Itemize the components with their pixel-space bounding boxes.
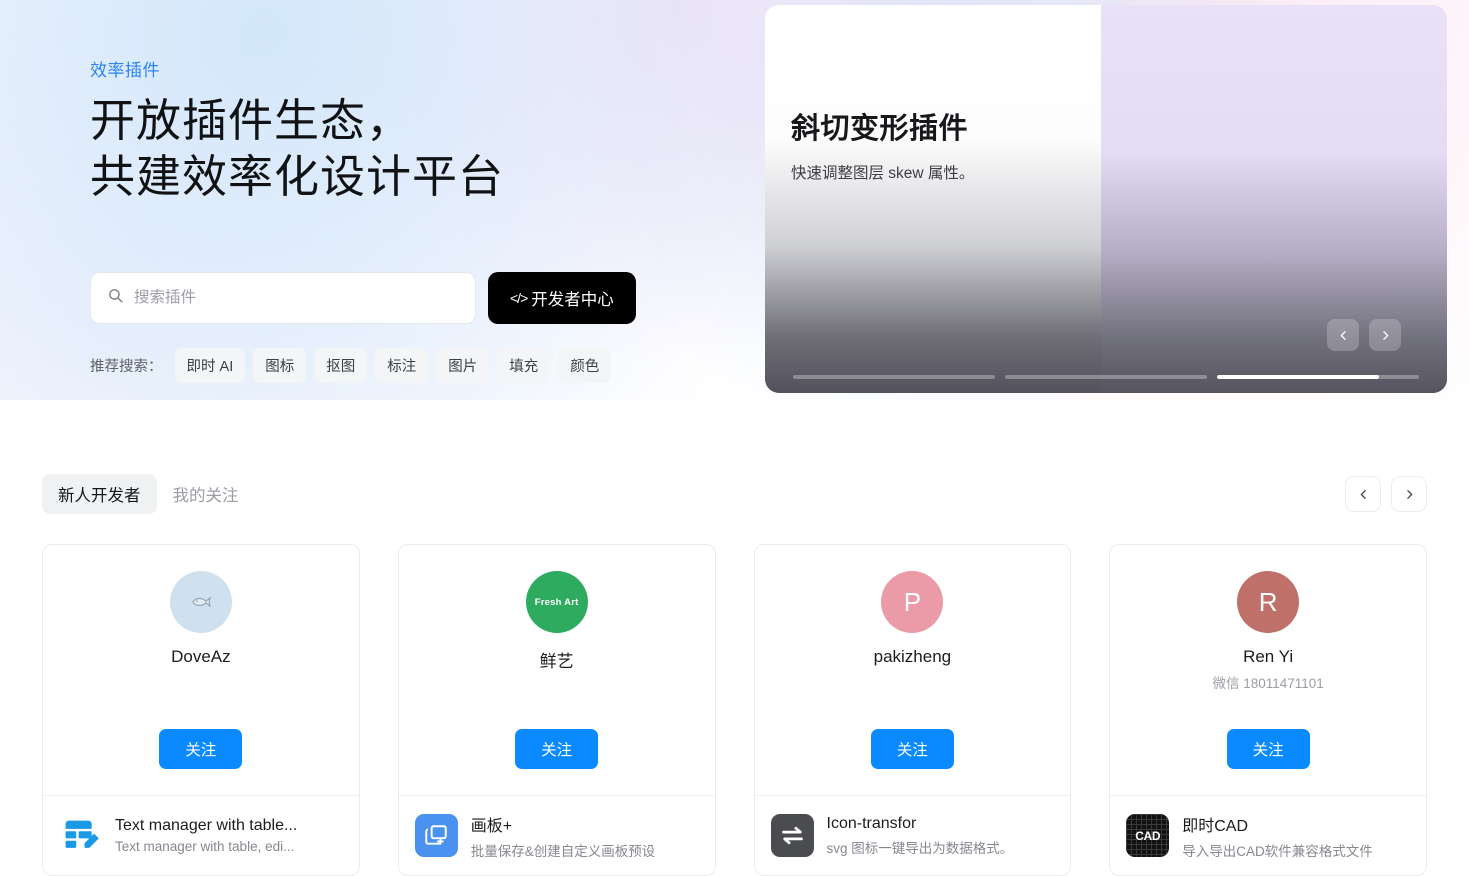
plugin-info: 即时CAD 导入导出CAD软件兼容格式文件 [1182, 812, 1373, 860]
plugin-title: Text manager with table... [115, 817, 298, 834]
developer-card[interactable]: P pakizheng 关注 Icon-transfor svg 图标一键导出为… [753, 544, 1072, 876]
code-icon: </> [510, 290, 528, 306]
banner-progress-indicators [793, 375, 1419, 379]
developer-card-top: P pakizheng 关注 [755, 545, 1071, 795]
banner-progress-bar[interactable] [1217, 375, 1419, 379]
suggestion-chip[interactable]: 标注 [375, 348, 429, 383]
transfer-arrows-icon [770, 814, 814, 857]
developer-contact: 微信 18011471101 [1212, 676, 1324, 691]
developer-card-top: DoveAz 关注 [43, 545, 359, 795]
search-input[interactable] [134, 289, 459, 307]
developers-next-button[interactable] [1391, 476, 1427, 512]
search-box[interactable] [90, 272, 476, 324]
developer-card[interactable]: DoveAz 关注 Text manager with table... Tex… [42, 544, 360, 876]
hero-eyebrow: 效率插件 [90, 61, 160, 80]
plugin-description: 批量保存&创建自定义画板预设 [470, 843, 656, 859]
hero-text-block: 效率插件 开放插件生态， 共建效率化设计平台 [90, 56, 504, 205]
suggestion-chip[interactable]: 抠图 [314, 348, 368, 383]
developer-name: Ren Yi [1243, 647, 1294, 666]
plugin-info: Text manager with table... Text manager … [115, 817, 297, 854]
developer-name: pakizheng [873, 647, 952, 666]
suggested-search-label: 推荐搜索： [90, 359, 163, 375]
developer-name: DoveAz [171, 647, 231, 666]
developers-prev-button[interactable] [1345, 476, 1381, 512]
artboard-plus-icon [414, 814, 458, 857]
follow-button[interactable]: 关注 [159, 729, 243, 769]
developer-card-top: Fresh Art 鲜艺 关注 [399, 545, 715, 795]
cad-icon: CAD [1126, 814, 1170, 857]
developer-card[interactable]: R Ren Yi 微信 18011471101 关注 CAD 即时CAD 导入导… [1109, 544, 1427, 876]
follow-button[interactable]: 关注 [515, 729, 599, 769]
banner-text-block: 斜切变形插件 快速调整图层 skew 属性。 [791, 105, 974, 183]
developer-plugin-row[interactable]: CAD 即时CAD 导入导出CAD软件兼容格式文件 [1110, 795, 1426, 875]
developer-center-label: 开发者中心 [531, 291, 614, 309]
suggestion-chip[interactable]: 填充 [497, 348, 551, 383]
plugin-info: Icon-transfor svg 图标一键导出为数据格式。 [827, 815, 1014, 857]
developer-center-button[interactable]: </> 开发者中心 [488, 272, 636, 324]
plugin-title: 画板+ [470, 817, 513, 835]
avatar: Fresh Art [525, 571, 588, 633]
banner-subtitle: 快速调整图层 skew 属性。 [791, 165, 975, 182]
tab-new-developers[interactable]: 新人开发者 [42, 474, 157, 514]
follow-button[interactable]: 关注 [1226, 729, 1310, 769]
suggestion-chip[interactable]: 即时 AI [174, 348, 246, 383]
suggestion-chip[interactable]: 图片 [436, 348, 490, 383]
banner-progress-bar[interactable] [793, 375, 995, 379]
suggestion-chip[interactable]: 图标 [253, 348, 307, 383]
avatar: R [1237, 571, 1300, 633]
plugin-description: Text manager with table, edi... [115, 839, 295, 854]
tab-my-follows[interactable]: 我的关注 [157, 474, 255, 514]
plugin-description: 导入导出CAD软件兼容格式文件 [1182, 843, 1373, 859]
suggestion-chip[interactable]: 颜色 [558, 348, 612, 383]
plugin-info: 画板+ 批量保存&创建自定义画板预设 [471, 812, 656, 860]
developer-name: 鲜艺 [539, 652, 574, 671]
page-title: 开放插件生态， 共建效率化设计平台 [90, 95, 505, 202]
banner-carousel-nav [1327, 319, 1401, 351]
developer-cards: DoveAz 关注 Text manager with table... Tex… [42, 544, 1427, 876]
developer-card-top: R Ren Yi 微信 18011471101 关注 [1110, 545, 1426, 795]
search-row: </> 开发者中心 [90, 272, 636, 324]
plugin-title: Icon-transfor [826, 814, 917, 832]
avatar: P [881, 571, 944, 633]
plugin-title: 即时CAD [1182, 817, 1249, 835]
banner-title: 斜切变形插件 [791, 113, 969, 145]
plugin-description: svg 图标一键导出为数据格式。 [826, 840, 1014, 856]
avatar [169, 571, 232, 633]
banner-progress-bar[interactable] [1005, 375, 1207, 379]
featured-banner[interactable]: 斜切变形插件 快速调整图层 skew 属性。 斜切变形 ✕ 横向 [765, 5, 1447, 393]
developer-card[interactable]: Fresh Art 鲜艺 关注 画板+ 批量保存&创建自定义画板预设 [397, 544, 716, 876]
developer-tabs: 新人开发者 我的关注 [42, 474, 1427, 514]
banner-prev-button[interactable] [1327, 319, 1359, 351]
developer-plugin-row[interactable]: Text manager with table... Text manager … [43, 795, 359, 875]
banner-next-button[interactable] [1369, 319, 1401, 351]
search-icon [107, 287, 124, 309]
developer-plugin-row[interactable]: 画板+ 批量保存&创建自定义画板预设 [398, 795, 715, 875]
follow-button[interactable]: 关注 [870, 729, 954, 769]
table-edit-icon [59, 814, 102, 857]
developer-plugin-row[interactable]: Icon-transfor svg 图标一键导出为数据格式。 [754, 795, 1071, 875]
suggested-search-row: 推荐搜索： 即时 AI 图标 抠图 标注 图片 填充 颜色 [90, 348, 612, 383]
plugin-marketplace-page: 效率插件 开放插件生态， 共建效率化设计平台 </> 开发者中心 推荐搜索： 即… [0, 0, 1469, 876]
